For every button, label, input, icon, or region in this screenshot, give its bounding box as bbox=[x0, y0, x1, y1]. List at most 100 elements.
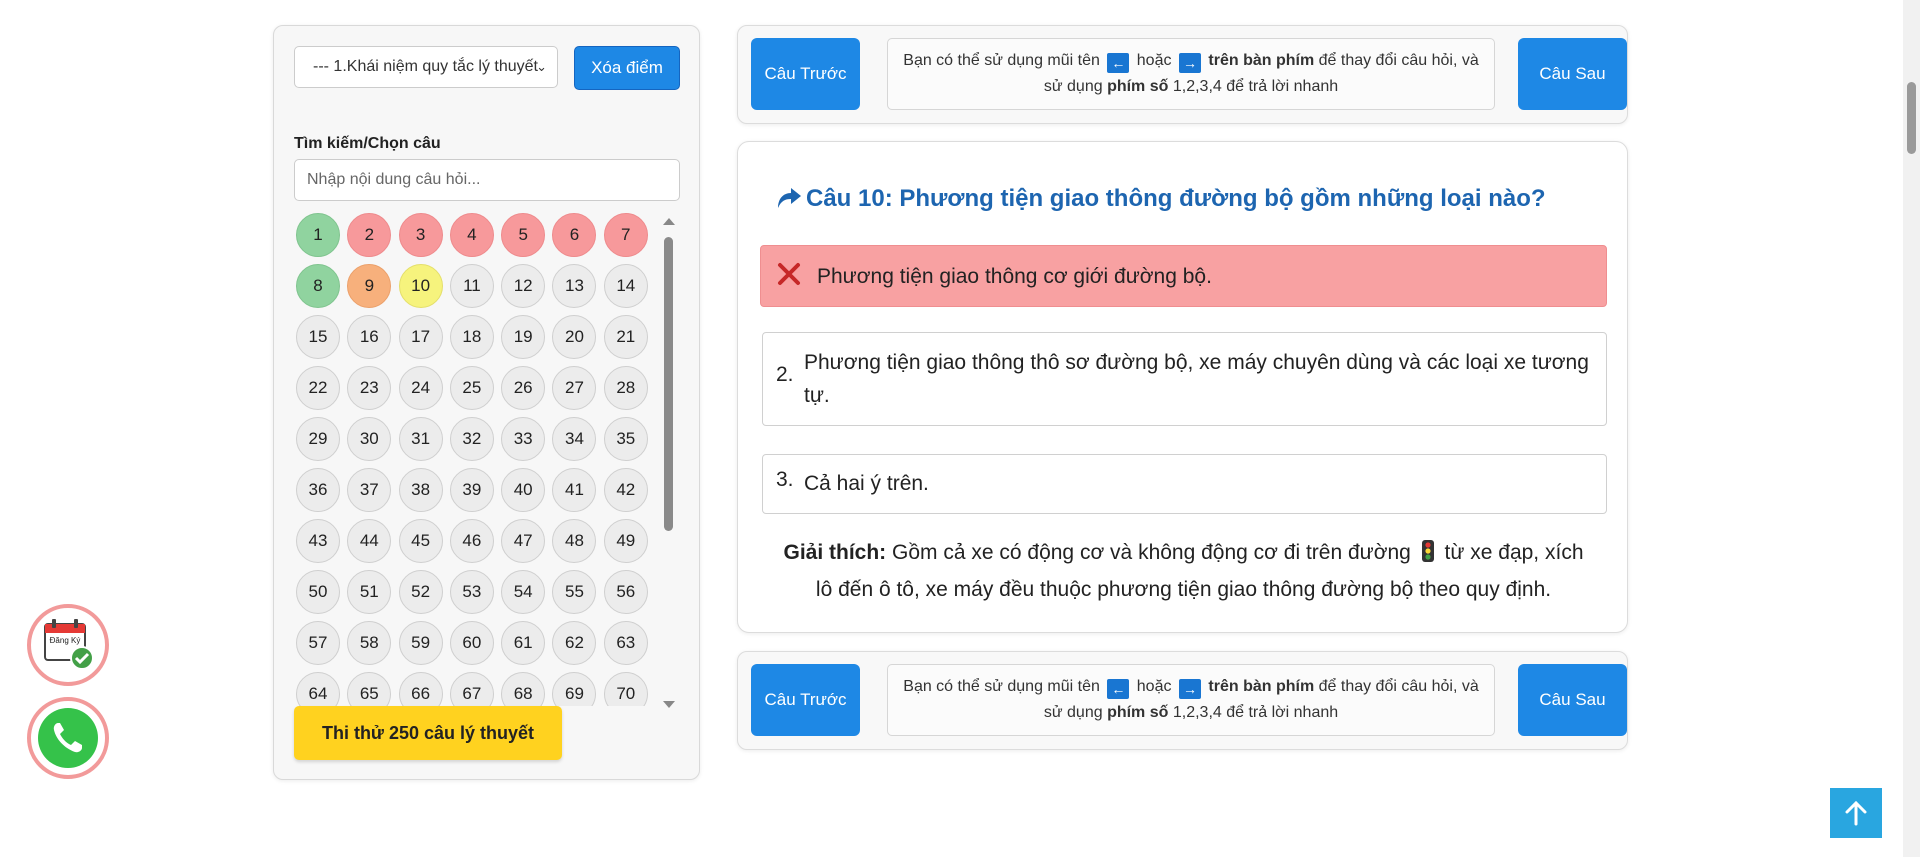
question-number-button[interactable]: 61 bbox=[501, 621, 546, 665]
question-number-button[interactable]: 41 bbox=[552, 468, 597, 512]
question-number-button[interactable]: 64 bbox=[296, 672, 340, 706]
question-number-button[interactable]: 44 bbox=[347, 519, 392, 563]
scroll-up-arrow-icon[interactable] bbox=[663, 218, 675, 225]
page-scroll-thumb[interactable] bbox=[1907, 82, 1916, 154]
question-number-button[interactable]: 31 bbox=[398, 417, 443, 461]
question-number-button[interactable]: 13 bbox=[552, 264, 597, 308]
search-input[interactable] bbox=[294, 159, 680, 201]
question-number-button[interactable]: 8 bbox=[296, 264, 340, 308]
hint-text: hoặc bbox=[1136, 678, 1172, 695]
question-number-button[interactable]: 48 bbox=[552, 519, 597, 563]
question-number-button[interactable]: 42 bbox=[603, 468, 648, 512]
page-scrollbar[interactable] bbox=[1903, 0, 1920, 857]
next-question-button[interactable]: Câu Sau bbox=[1518, 664, 1627, 736]
question-number-button[interactable]: 23 bbox=[347, 366, 392, 410]
question-number-button[interactable]: 53 bbox=[449, 570, 494, 614]
arrow-right-key-icon: → bbox=[1178, 53, 1201, 73]
question-number-button[interactable]: 67 bbox=[449, 672, 494, 706]
question-number-button[interactable]: 60 bbox=[449, 621, 494, 665]
question-number-button[interactable]: 26 bbox=[501, 366, 546, 410]
explanation-text: Gồm cả xe có động cơ và không động cơ đi… bbox=[892, 541, 1411, 564]
question-number-button[interactable]: 37 bbox=[347, 468, 392, 512]
question-number-button[interactable]: 34 bbox=[552, 417, 597, 461]
arrow-left-key-icon: ← bbox=[1107, 679, 1130, 699]
question-nav-bottom: Câu Trước Bạn có thể sử dụng mũi tên ← h… bbox=[737, 651, 1628, 750]
question-card: Câu 10: Phương tiện giao thông đường bộ … bbox=[737, 141, 1628, 633]
question-number-button[interactable]: 19 bbox=[501, 315, 546, 359]
question-number-button[interactable]: 62 bbox=[552, 621, 597, 665]
question-number-button[interactable]: 24 bbox=[398, 366, 443, 410]
prev-question-button[interactable]: Câu Trước bbox=[751, 664, 860, 736]
question-number-button[interactable]: 2 bbox=[347, 213, 392, 257]
question-number-button[interactable]: 54 bbox=[501, 570, 546, 614]
scroll-thumb[interactable] bbox=[664, 237, 673, 531]
hint-text: để thay đổi câu hỏi, và bbox=[1318, 52, 1479, 69]
question-number-button[interactable]: 69 bbox=[552, 672, 597, 706]
question-number-button[interactable]: 21 bbox=[603, 315, 648, 359]
question-number-button[interactable]: 47 bbox=[501, 519, 546, 563]
question-number-button[interactable]: 49 bbox=[603, 519, 648, 563]
question-number-button[interactable]: 36 bbox=[296, 468, 340, 512]
question-number-button[interactable]: 58 bbox=[347, 621, 392, 665]
question-number-button[interactable]: 35 bbox=[603, 417, 648, 461]
answer-option-1[interactable]: Phương tiện giao thông cơ giới đường bộ. bbox=[760, 245, 1607, 307]
prev-question-button[interactable]: Câu Trước bbox=[751, 38, 860, 110]
answer-option-2[interactable]: 2. Phương tiện giao thông thô sơ đường b… bbox=[762, 332, 1607, 426]
question-number-button[interactable]: 11 bbox=[449, 264, 494, 308]
question-number-button[interactable]: 3 bbox=[398, 213, 443, 257]
question-number-button[interactable]: 30 bbox=[347, 417, 392, 461]
question-number-button[interactable]: 6 bbox=[552, 213, 597, 257]
question-number-button[interactable]: 25 bbox=[449, 366, 494, 410]
question-number-button[interactable]: 70 bbox=[603, 672, 648, 706]
next-question-button[interactable]: Câu Sau bbox=[1518, 38, 1627, 110]
question-number-button[interactable]: 46 bbox=[449, 519, 494, 563]
question-number-button[interactable]: 57 bbox=[296, 621, 340, 665]
question-number-button[interactable]: 52 bbox=[398, 570, 443, 614]
answer-option-3[interactable]: 3. Cả hai ý trên. bbox=[762, 454, 1607, 514]
question-number-button[interactable]: 38 bbox=[398, 468, 443, 512]
call-button[interactable] bbox=[27, 697, 109, 779]
question-number-button[interactable]: 40 bbox=[501, 468, 546, 512]
question-number-button[interactable]: 15 bbox=[296, 315, 340, 359]
question-number-button[interactable]: 17 bbox=[398, 315, 443, 359]
question-number-button[interactable]: 56 bbox=[603, 570, 648, 614]
question-number-button[interactable]: 9 bbox=[347, 264, 392, 308]
grid-scrollbar[interactable] bbox=[662, 218, 676, 708]
question-number-button[interactable]: 20 bbox=[552, 315, 597, 359]
question-number-button[interactable]: 27 bbox=[552, 366, 597, 410]
question-number-button[interactable]: 51 bbox=[347, 570, 392, 614]
register-button[interactable]: Đăng Ký bbox=[27, 604, 109, 686]
question-number-button[interactable]: 22 bbox=[296, 366, 340, 410]
question-number-button[interactable]: 45 bbox=[398, 519, 443, 563]
chapter-select[interactable]: --- 1.Khái niệm quy tắc lý thuyết ⌄ bbox=[294, 46, 558, 88]
back-to-top-button[interactable] bbox=[1830, 788, 1882, 838]
question-number-button[interactable]: 16 bbox=[347, 315, 392, 359]
question-number-button[interactable]: 66 bbox=[398, 672, 443, 706]
question-number-button[interactable]: 63 bbox=[603, 621, 648, 665]
question-number-button[interactable]: 14 bbox=[603, 264, 648, 308]
question-number-button[interactable]: 43 bbox=[296, 519, 340, 563]
question-number-button[interactable]: 5 bbox=[501, 213, 546, 257]
answer-text: Phương tiện giao thông thô sơ đường bộ, … bbox=[804, 351, 1589, 407]
practice-exam-button[interactable]: Thi thử 250 câu lý thuyết bbox=[294, 706, 562, 760]
clear-score-button[interactable]: Xóa điểm bbox=[574, 46, 680, 90]
question-number-button[interactable]: 68 bbox=[501, 672, 546, 706]
question-number-button[interactable]: 4 bbox=[449, 213, 494, 257]
question-number-button[interactable]: 12 bbox=[501, 264, 546, 308]
question-number-button[interactable]: 10 bbox=[398, 264, 443, 308]
question-number-button[interactable]: 7 bbox=[603, 213, 648, 257]
question-number-button[interactable]: 18 bbox=[449, 315, 494, 359]
question-number-button[interactable]: 59 bbox=[398, 621, 443, 665]
question-number-button[interactable]: 65 bbox=[347, 672, 392, 706]
question-number-button[interactable]: 33 bbox=[501, 417, 546, 461]
question-number-button[interactable]: 32 bbox=[449, 417, 494, 461]
calendar-check-icon: Đăng Ký bbox=[44, 619, 94, 670]
hint-text: sử dụng bbox=[1043, 78, 1103, 95]
question-number-button[interactable]: 55 bbox=[552, 570, 597, 614]
question-number-button[interactable]: 29 bbox=[296, 417, 340, 461]
question-number-button[interactable]: 50 bbox=[296, 570, 340, 614]
question-number-button[interactable]: 28 bbox=[603, 366, 648, 410]
scroll-down-arrow-icon[interactable] bbox=[663, 701, 675, 708]
question-number-button[interactable]: 39 bbox=[449, 468, 494, 512]
question-number-button[interactable]: 1 bbox=[296, 213, 340, 257]
